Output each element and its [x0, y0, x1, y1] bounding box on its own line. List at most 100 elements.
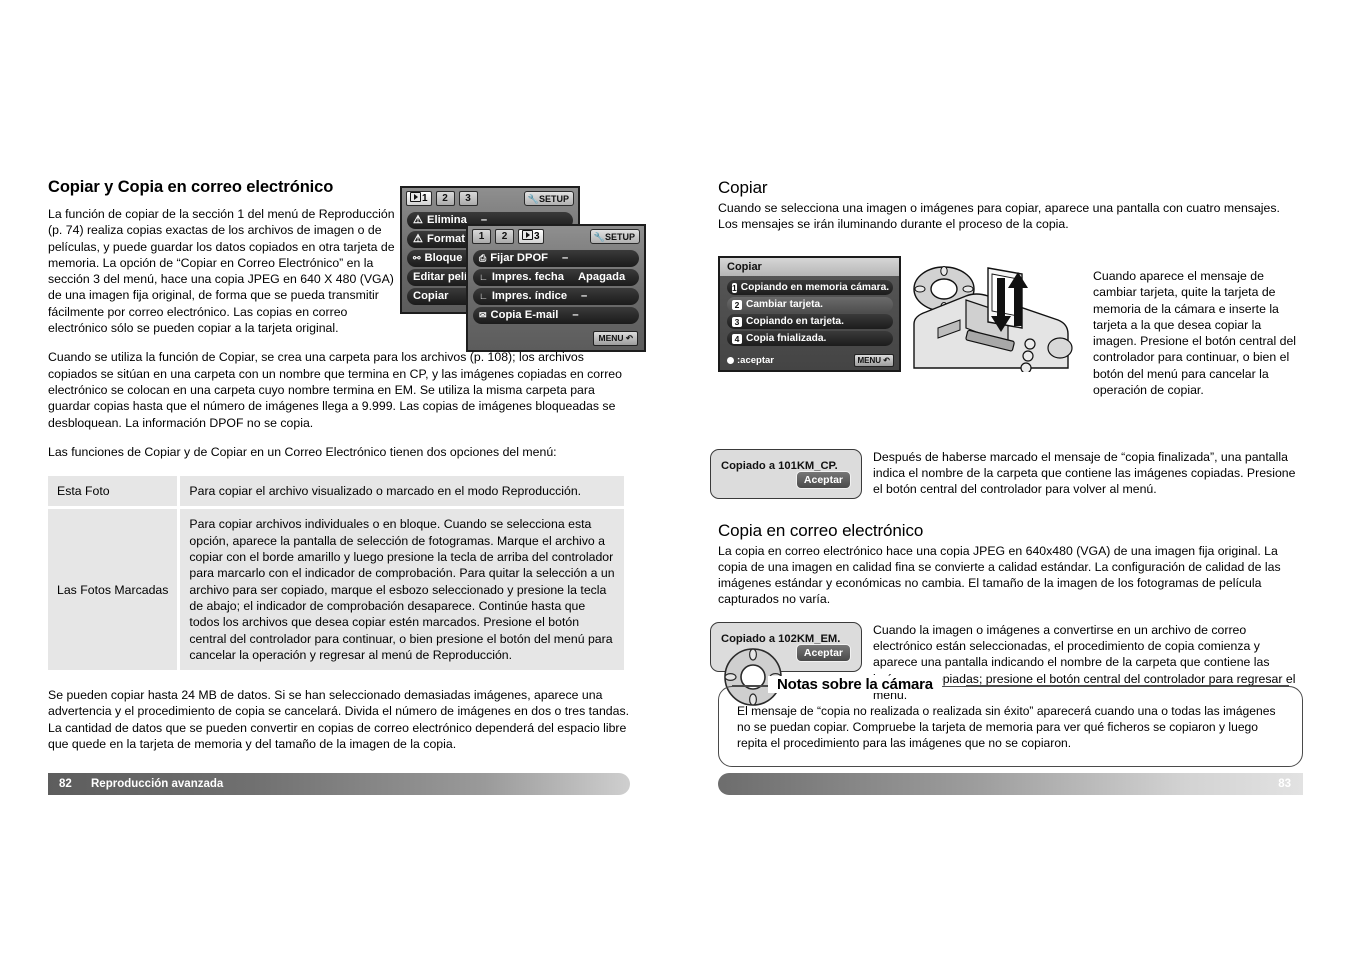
menu-item-label: Impres. fecha [491, 271, 564, 283]
copiar-side-text: Cuando aparece el mensaje de cambiar tar… [1093, 269, 1297, 398]
lcd-tab-bar: 1 2 3 🔧SETUP [468, 226, 644, 249]
menu-item-label: Editar pelí [413, 271, 468, 283]
wrench-icon: 🔧 [527, 194, 539, 204]
menu-item-impresion-fecha[interactable]: ∟ Impres. fecha Apagada [473, 269, 639, 286]
chapter-name: Reproducción avanzada [91, 778, 224, 790]
step-number: 1 [732, 282, 737, 293]
sub-branch-icon: ∟ [479, 291, 488, 301]
envelope-icon: ✉ [479, 310, 487, 320]
page-number-right: 83 [1278, 778, 1291, 790]
menu-item-label: Format [427, 233, 465, 245]
step-number: 4 [732, 333, 742, 344]
tab-label: 3 [534, 231, 540, 242]
tab-section-3[interactable]: 3 [518, 229, 544, 244]
accept-label: :aceptar [737, 354, 774, 366]
footer-left: 82 Reproducción avanzada [48, 773, 630, 795]
menu-item-fijar-dpof[interactable]: ⎙ Fijar DPOF – [473, 250, 639, 267]
center-button-icon [727, 356, 734, 364]
lcd-tab-bar: 1 2 3 🔧SETUP [402, 188, 578, 211]
msg1-block: Copiado a 101KM_CP. Aceptar Después de h… [710, 431, 1303, 499]
paragraph-data-limit: Se pueden copiar hasta 24 MB de datos. S… [48, 688, 630, 752]
copied-folder-dialog-1: Copiado a 101KM_CP. Aceptar [710, 448, 862, 499]
menu-button-indicator[interactable]: MENU ↶ [853, 353, 894, 367]
option-description: Para copiar el archivo visualizado o mar… [180, 476, 624, 507]
copy-message-2: 2 Cambiar tarjeta. [727, 297, 893, 312]
copy-message-4: 4 Copia fnializada. [727, 331, 893, 346]
dialog-text: Copiado a 101KM_CP. [721, 459, 838, 472]
menu-item-label: Bloque [424, 252, 463, 264]
email-copy-paragraph: La copia en correo electrónico hace una … [718, 543, 1281, 607]
aceptar-button[interactable]: Aceptar [795, 470, 851, 489]
copy-message-text: Copiando en tarjeta. [746, 316, 844, 327]
menu-item-value: – [562, 252, 569, 264]
camera-card-slot-illustration [908, 256, 1086, 374]
notes-heading: Notas sobre la cámara [768, 676, 942, 693]
tab-section-2[interactable]: 2 [495, 229, 514, 244]
copy-screen-footer: :aceptar MENU ↶ [720, 353, 899, 367]
copy-message-3: 3 Copiando en tarjeta. [727, 314, 893, 329]
lock-key-icon: ⚯ [413, 253, 421, 263]
setup-label: SETUP [604, 232, 635, 242]
tab-label: 1 [422, 193, 428, 204]
delete-icon: ⚠ [413, 214, 424, 226]
setup-label: SETUP [538, 194, 569, 204]
notes-box: El mensaje de “copia no realizada o real… [718, 686, 1303, 767]
menu-options-table: Esta Foto Para copiar el archivo visuali… [45, 473, 627, 673]
menu-item-value: – [581, 290, 588, 302]
menu-item-label: Copiar [413, 290, 449, 302]
menu-item-copia-email[interactable]: ✉ Copia E-mail – [473, 307, 639, 324]
tab-section-3[interactable]: 3 [458, 191, 478, 206]
option-name: Esta Foto [48, 476, 178, 507]
menu-button-indicator[interactable]: MENU ↶ [593, 331, 638, 346]
copiar-paragraph: Cuando se selecciona una imagen o imágen… [718, 201, 1280, 232]
paragraph-folders: Cuando se utiliza la función de Copiar, … [48, 350, 622, 430]
page-number-left: 82 [59, 778, 72, 790]
setup-tab[interactable]: 🔧SETUP [589, 229, 640, 244]
paragraph-menu-options: Las funciones de Copiar y de Copiar en u… [48, 444, 557, 459]
tab-section-2[interactable]: 2 [435, 191, 455, 206]
camera-notes-section: Notas sobre la cámara El mensaje de “cop… [718, 676, 1303, 767]
dialog-text: Copiado a 102KM_EM. [721, 632, 841, 645]
tab-section-1[interactable]: 1 [472, 229, 491, 244]
camera-menu-illustration: 1 2 3 🔧SETUP ⚠ Elimina – ⚠ Format ⚯ Bloq… [400, 186, 646, 354]
msg1-side-text: Después de haberse marcado el mensaje de… [873, 449, 1296, 497]
copy-message-text: Copiando en memoria cámara. [740, 282, 890, 293]
aceptar-button[interactable]: Aceptar [795, 643, 851, 662]
right-page-column: Copiar Cuando se selecciona una imagen o… [710, 178, 1303, 722]
menu-item-label: Fijar DPOF [490, 252, 549, 264]
menu-item-value: Apagada [577, 271, 626, 283]
print-dpof-icon: ⎙ [479, 253, 487, 263]
setup-tab[interactable]: 🔧SETUP [523, 191, 574, 206]
step-number: 2 [732, 299, 742, 310]
menu-item-label: Impres. índice [491, 290, 568, 302]
copy-message-text: Copia fnializada. [746, 333, 827, 344]
menu-item-impresion-indice[interactable]: ∟ Impres. índice – [473, 288, 639, 305]
copiar-heading: Copiar [718, 178, 768, 197]
notes-body-text: El mensaje de “copia no realizada o real… [737, 704, 1276, 751]
sub-branch-icon: ∟ [479, 272, 488, 282]
intro-paragraph: La función de copiar de la sección 1 del… [48, 207, 395, 336]
option-description: Para copiar archivos individuales o en b… [180, 509, 624, 671]
menu-item-value: – [572, 309, 579, 321]
menu-item-label: Copia E-mail [490, 309, 559, 321]
footer-right: 83 [718, 773, 1303, 795]
copy-screen-messages: 1 Copiando en memoria cámara. 2 Cambiar … [720, 276, 899, 346]
tab-section-1[interactable]: 1 [406, 191, 432, 206]
copy-screen-title: Copiar [720, 258, 899, 276]
notes-rule-left [732, 685, 768, 687]
lcd-menu-rows: ⎙ Fijar DPOF – ∟ Impres. fecha Apagada ∟… [468, 249, 644, 324]
camera-illustration-svg [913, 266, 1073, 374]
table-row: Esta Foto Para copiar el archivo visuali… [48, 476, 624, 507]
table-row: Las Fotos Marcadas Para copiar archivos … [48, 509, 624, 671]
step-number: 3 [732, 316, 742, 327]
lcd-playback-menu-section3: 1 2 3 🔧SETUP ⎙ Fijar DPOF – ∟ Impres. fe… [466, 224, 646, 352]
email-copy-heading: Copia en correo electrónico [718, 520, 924, 540]
copy-message-1: 1 Copiando en memoria cámara. [727, 280, 893, 295]
playback-icon [522, 230, 533, 240]
copy-message-text: Cambiar tarjeta. [746, 299, 824, 310]
wrench-icon: 🔧 [593, 232, 605, 242]
format-icon: ⚠ [413, 233, 424, 245]
option-name: Las Fotos Marcadas [48, 509, 178, 671]
menu-item-label: Elimina [427, 214, 467, 226]
copy-progress-screen: Copiar 1 Copiando en memoria cámara. 2 C… [718, 256, 901, 372]
